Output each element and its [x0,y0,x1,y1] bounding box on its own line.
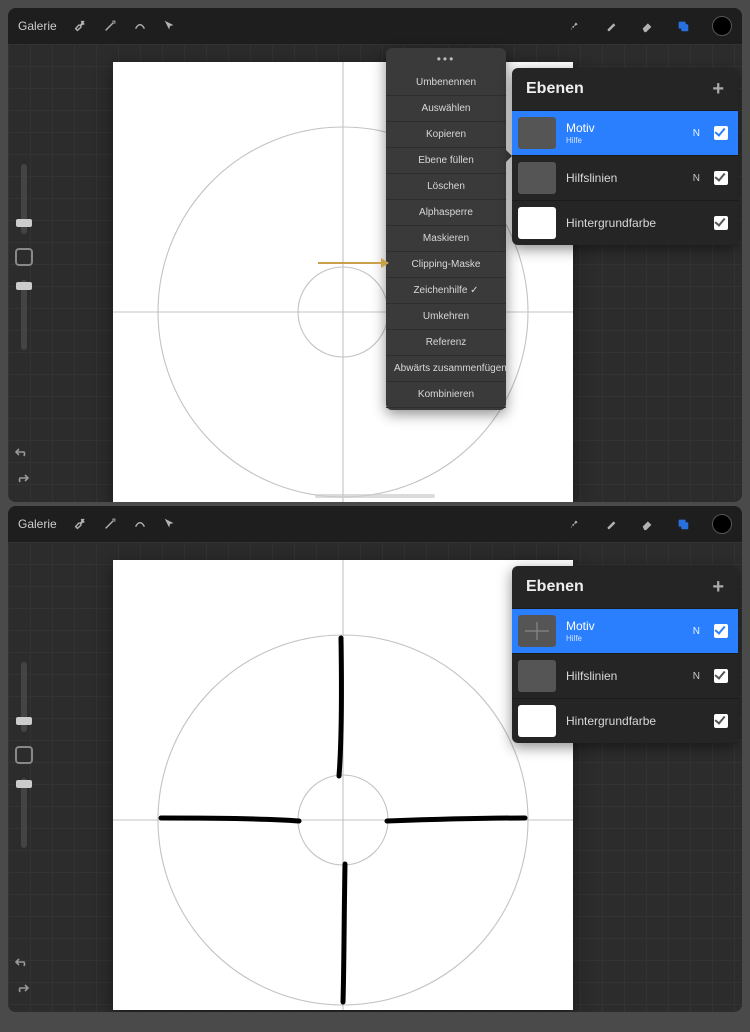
layers-title: Ebenen [526,578,584,596]
menu-item[interactable]: Maskieren [386,226,506,252]
layer-row[interactable]: Hilfslinien N [512,155,738,200]
wrench-icon[interactable] [73,517,87,531]
menu-item[interactable]: Kopieren [386,122,506,148]
blend-mode[interactable]: N [693,128,700,139]
opacity-slider[interactable] [21,778,27,848]
layer-name: Motiv [566,619,595,633]
canvas[interactable] [113,560,573,1010]
layers-panel: Ebenen + Motiv Hilfe N Hilfslinien N [512,566,738,743]
brush-icon[interactable] [568,19,582,33]
layer-row[interactable]: Motiv Hilfe N [512,608,738,653]
menu-item[interactable]: Umkehren [386,304,506,330]
blend-mode[interactable]: N [693,173,700,184]
add-layer-button[interactable]: + [712,82,724,96]
wrench-icon[interactable] [73,19,87,33]
left-tools [12,662,36,848]
blend-mode[interactable]: N [693,626,700,637]
brush-size-slider[interactable] [21,164,27,234]
layer-thumb [518,117,556,149]
menu-item[interactable]: Ebene füllen [386,148,506,174]
layers-panel: Ebenen + Motiv Hilfe N Hilfslinien N [512,68,738,245]
layer-thumb [518,207,556,239]
layer-thumb [518,615,556,647]
layer-subtitle: Hilfe [566,634,683,643]
smudge-icon[interactable] [604,19,618,33]
undo-icon[interactable] [14,956,30,974]
brush-icon[interactable] [568,517,582,531]
layer-name: Hintergrundfarbe [566,216,656,230]
layer-subtitle: Hilfe [566,136,683,145]
opacity-slider[interactable] [21,280,27,350]
wand-icon[interactable] [103,517,117,531]
wand-icon[interactable] [103,19,117,33]
selection-icon[interactable] [133,19,147,33]
layer-context-menu: ••• Umbenennen Auswählen Kopieren Ebene … [386,48,506,410]
add-layer-button[interactable]: + [712,580,724,594]
color-swatch[interactable] [712,16,732,36]
menu-item[interactable]: Abwärts zusammenfügen [386,356,506,382]
arrow-icon[interactable] [163,517,177,531]
arrow-icon[interactable] [163,19,177,33]
blend-mode[interactable]: N [693,671,700,682]
gallery-button[interactable]: Galerie [18,19,57,33]
gallery-button[interactable]: Galerie [18,517,57,531]
redo-icon[interactable] [14,472,30,490]
layer-thumb [518,705,556,737]
eraser-icon[interactable] [640,19,654,33]
modify-toggle[interactable] [15,746,33,764]
screenshot-bottom: Galerie [8,506,742,1012]
workspace: Ebenen + Motiv Hilfe N Hilfslinien N [8,542,742,1012]
visibility-checkbox[interactable] [714,171,728,185]
layer-row[interactable]: Hilfslinien N [512,653,738,698]
menu-item[interactable]: Auswählen [386,96,506,122]
brush-size-slider[interactable] [21,662,27,732]
layer-name: Hintergrundfarbe [566,714,656,728]
layer-name: Hilfslinien [566,669,617,683]
menu-item[interactable]: Kombinieren [386,382,506,408]
menu-item[interactable]: Referenz [386,330,506,356]
menu-item[interactable]: Löschen [386,174,506,200]
menu-item-drawing-assist[interactable]: Zeichenhilfe ✓ [386,278,506,304]
modify-toggle[interactable] [15,248,33,266]
undo-icon[interactable] [14,446,30,464]
layers-title: Ebenen [526,80,584,98]
menu-handle-icon: ••• [386,50,506,70]
workspace: ••• Umbenennen Auswählen Kopieren Ebene … [8,44,742,502]
redo-icon[interactable] [14,982,30,1000]
visibility-checkbox[interactable] [714,126,728,140]
toolbar: Galerie [8,8,742,44]
eraser-icon[interactable] [640,517,654,531]
layer-thumb [518,660,556,692]
layers-icon[interactable] [676,517,690,531]
color-swatch[interactable] [712,514,732,534]
layer-thumb [518,162,556,194]
layer-name: Hilfslinien [566,171,617,185]
layer-row[interactable]: Hintergrundfarbe [512,200,738,245]
visibility-checkbox[interactable] [714,714,728,728]
layer-row[interactable]: Motiv Hilfe N [512,110,738,155]
layers-icon[interactable] [676,19,690,33]
layer-row[interactable]: Hintergrundfarbe [512,698,738,743]
menu-item[interactable]: Umbenennen [386,70,506,96]
toolbar: Galerie [8,506,742,542]
visibility-checkbox[interactable] [714,624,728,638]
screenshot-top: Galerie [8,8,742,502]
menu-item[interactable]: Alphasperre [386,200,506,226]
visibility-checkbox[interactable] [714,216,728,230]
layer-name: Motiv [566,121,595,135]
menu-item[interactable]: Clipping-Maske [386,252,506,278]
annotation-arrow-icon [318,262,388,264]
home-indicator [315,494,435,498]
visibility-checkbox[interactable] [714,669,728,683]
left-tools [12,164,36,350]
selection-icon[interactable] [133,517,147,531]
smudge-icon[interactable] [604,517,618,531]
